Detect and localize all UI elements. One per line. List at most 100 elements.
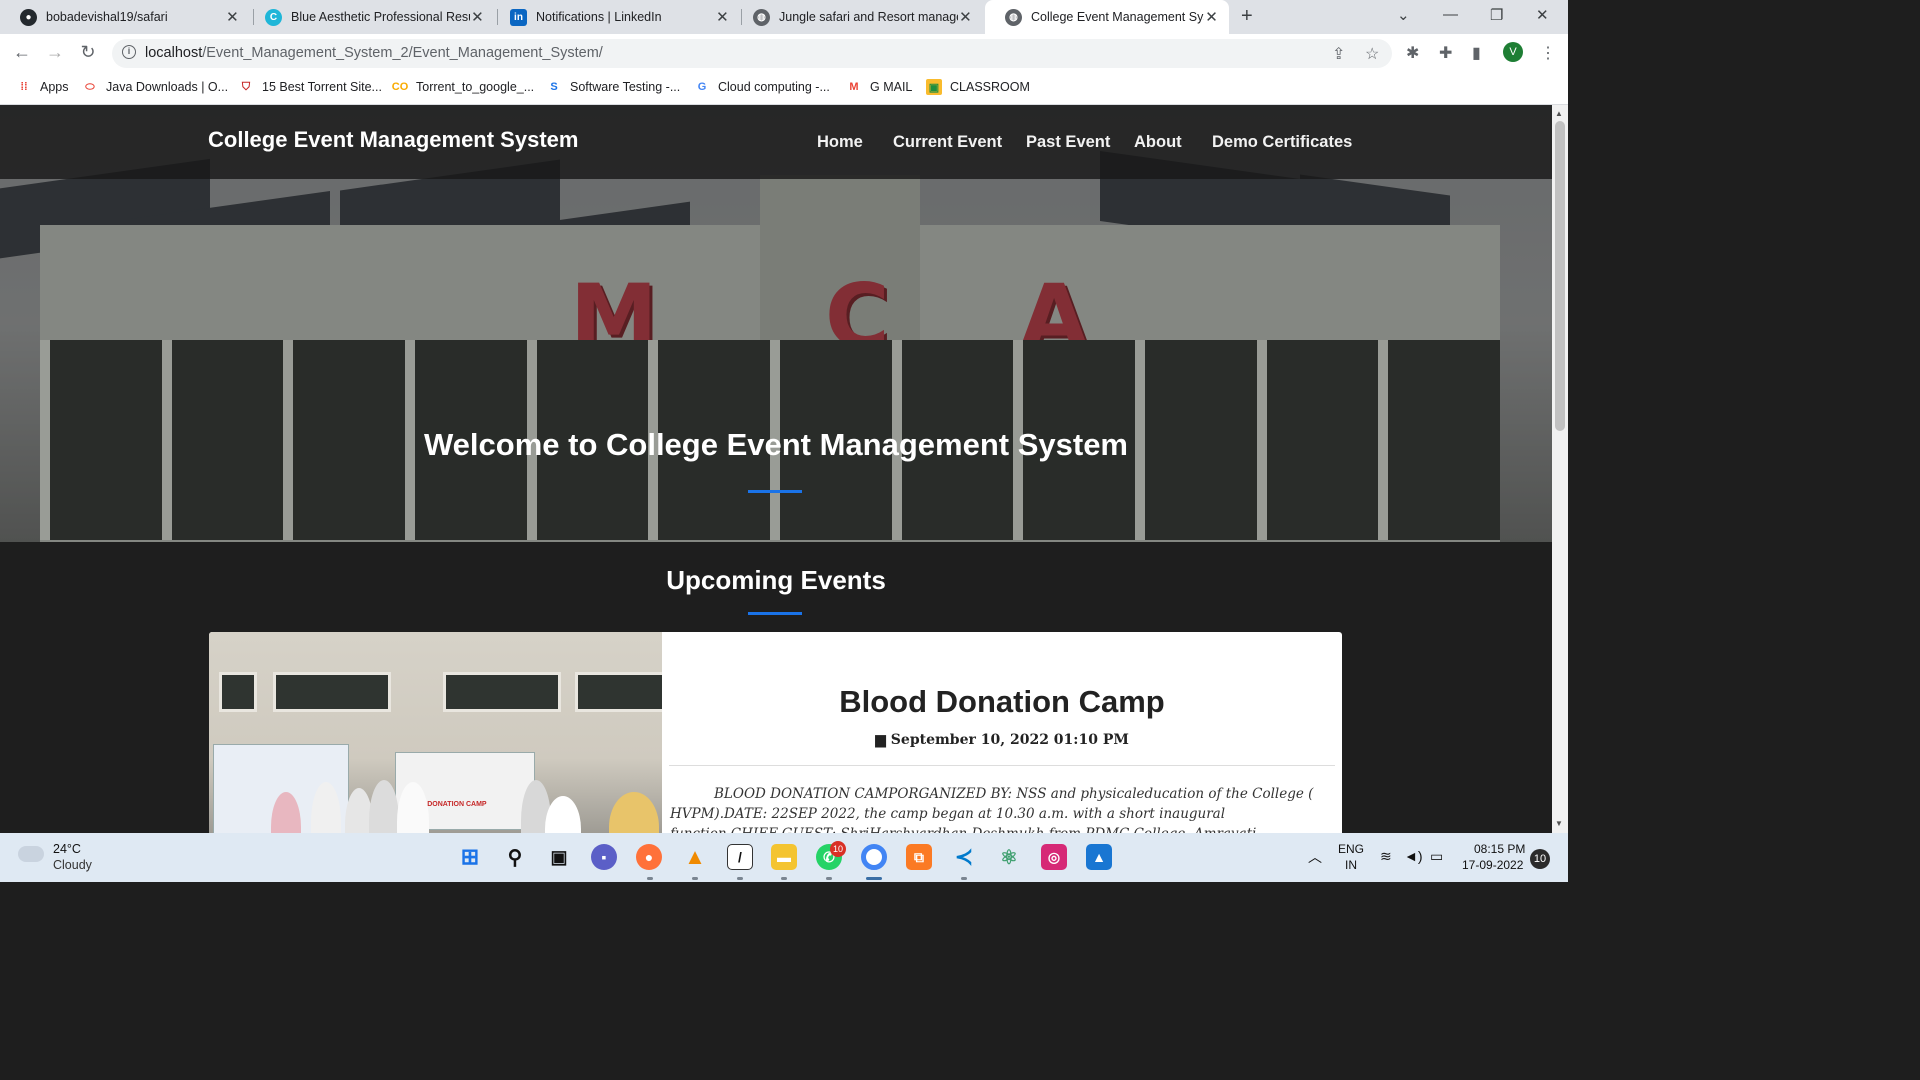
search-icon[interactable]: ⚲	[502, 844, 528, 870]
tab-linkedin[interactable]: in Notifications | LinkedIn ✕	[490, 0, 740, 34]
notepad-icon[interactable]: /	[727, 844, 753, 870]
clock-date[interactable]: 17-09-2022	[1462, 858, 1523, 872]
tab-github[interactable]: ● bobadevishal19/safari ✕	[0, 0, 250, 34]
side-panel-icon[interactable]: ▮	[1472, 43, 1481, 63]
tab-college-event[interactable]: ◍ College Event Management Syste ✕	[985, 0, 1229, 34]
photo-window	[443, 672, 561, 712]
globe-icon: ◍	[753, 8, 770, 26]
task-view-icon[interactable]: ▣	[546, 844, 572, 870]
chrome-icon[interactable]	[861, 844, 887, 870]
bookmark-software-testing[interactable]: S Software Testing -...	[546, 79, 680, 95]
new-tab-icon[interactable]: +	[1241, 5, 1253, 28]
browser-toolbar: ← → ↻ i localhost/Event_Management_Syste…	[0, 34, 1568, 73]
bookmark-label: Cloud computing -...	[718, 80, 830, 94]
share-icon[interactable]: ⇪	[1332, 44, 1345, 64]
globe-icon: ◍	[1005, 8, 1022, 26]
nav-past-event[interactable]: Past Event	[1026, 133, 1110, 152]
page-scrollbar[interactable]: ▲ ▼	[1552, 105, 1568, 833]
close-tab-icon[interactable]: ✕	[715, 8, 730, 26]
bookmark-label: CLASSROOM	[950, 80, 1030, 94]
nav-current-event[interactable]: Current Event	[893, 133, 1002, 152]
running-indicator	[692, 877, 698, 880]
show-hidden-icons-icon[interactable]: ︿	[1308, 847, 1322, 867]
scroll-thumb[interactable]	[1555, 121, 1565, 431]
region-indicator[interactable]: IN	[1345, 858, 1357, 872]
tab-canva[interactable]: C Blue Aesthetic Professional Resum ✕	[245, 0, 495, 34]
bookmark-torrent-to-google[interactable]: CO Torrent_to_google_...	[392, 79, 534, 95]
close-tab-icon[interactable]: ✕	[1204, 8, 1219, 26]
upcoming-events-heading: Upcoming Events	[666, 565, 886, 595]
photo-window	[273, 672, 391, 712]
wifi-icon[interactable]: ≋	[1380, 848, 1392, 865]
photos-icon[interactable]: ▲	[1086, 844, 1112, 870]
photo-person	[609, 792, 659, 833]
weather-temperature[interactable]: 24°C	[53, 842, 81, 856]
site-navbar: College Event Management System Home Cur…	[0, 105, 1552, 179]
bookmark-java-downloads[interactable]: ⬭ Java Downloads | O...	[82, 79, 228, 95]
clock-time[interactable]: 08:15 PM	[1474, 842, 1525, 856]
nav-demo-certificates[interactable]: Demo Certificates	[1212, 133, 1352, 152]
forward-icon[interactable]: →	[44, 42, 66, 63]
vlc-icon[interactable]: ▲	[682, 844, 708, 870]
notification-count[interactable]: 10	[1530, 849, 1550, 869]
event-title[interactable]: Blood Donation Camp	[662, 684, 1342, 720]
nav-home[interactable]: Home	[817, 133, 863, 152]
site-info-icon[interactable]: i	[122, 45, 136, 59]
scroll-up-icon[interactable]: ▲	[1555, 109, 1563, 118]
extension-bug-icon[interactable]: ✱	[1406, 43, 1419, 63]
close-tab-icon[interactable]: ✕	[225, 8, 240, 26]
running-indicator	[737, 877, 743, 880]
chat-icon[interactable]: ▪	[591, 844, 617, 870]
running-indicator	[961, 877, 967, 880]
scroll-down-icon[interactable]: ▼	[1555, 819, 1563, 828]
tab-jungle-safari[interactable]: ◍ Jungle safari and Resort manager ✕	[733, 0, 983, 34]
weather-condition[interactable]: Cloudy	[53, 858, 92, 872]
bookmarks-bar: ⁞⁞ Apps ⬭ Java Downloads | O... ⛉ 15 Best T…	[0, 73, 1568, 105]
cloud-icon[interactable]	[18, 846, 44, 862]
battery-icon[interactable]: ▭	[1430, 848, 1443, 865]
minimize-icon[interactable]: —	[1443, 6, 1458, 23]
url-text[interactable]: localhost/Event_Management_System_2/Even…	[145, 45, 603, 61]
bookmark-apps[interactable]: ⁞⁞ Apps	[16, 79, 68, 95]
extensions-puzzle-icon[interactable]: ✚	[1439, 43, 1452, 63]
xampp-icon[interactable]: ⧉	[906, 844, 932, 870]
tab-search-chevron-icon[interactable]: ⌄	[1397, 6, 1410, 24]
vscode-icon[interactable]: ≺	[951, 844, 977, 870]
bookmark-gmail[interactable]: M G MAIL	[846, 79, 912, 95]
windows-start-icon[interactable]: ⊞	[457, 844, 483, 870]
running-indicator	[826, 877, 832, 880]
volume-icon[interactable]: ◄)	[1404, 848, 1423, 864]
nav-about[interactable]: About	[1134, 133, 1182, 152]
url-path: /Event_Management_System_2/Event_Managem…	[202, 45, 603, 61]
hero-heading-underline	[748, 490, 802, 493]
bookmark-star-icon[interactable]: ☆	[1365, 44, 1379, 64]
profile-avatar[interactable]: V	[1503, 42, 1523, 62]
tab-title: bobadevishal19/safari	[46, 10, 168, 24]
bookmark-cloud-computing[interactable]: G Cloud computing -...	[694, 79, 830, 95]
apps-grid-icon: ⁞⁞	[20, 81, 28, 93]
firefox-icon[interactable]: ●	[636, 844, 662, 870]
site-brand[interactable]: College Event Management System	[208, 127, 578, 153]
shield-icon: ⛉	[241, 80, 251, 93]
bookmark-classroom[interactable]: ▣ CLASSROOM	[926, 79, 1030, 95]
back-icon[interactable]: ←	[11, 42, 33, 63]
browser-tab-bar: ● bobadevishal19/safari ✕ C Blue Aesthet…	[0, 0, 1568, 34]
atom-icon[interactable]: ⚛	[996, 844, 1022, 870]
event-card[interactable]: BLOOD DONATION CAMP Blood Donation Camp …	[209, 632, 1342, 833]
window-close-icon[interactable]: ✕	[1536, 6, 1549, 24]
instagram-icon[interactable]: ◎	[1041, 844, 1067, 870]
bookmark-label: 15 Best Torrent Site...	[262, 80, 382, 94]
close-tab-icon[interactable]: ✕	[470, 8, 485, 26]
menu-kebab-icon[interactable]: ⋮	[1540, 43, 1556, 63]
address-bar[interactable]: i localhost/Event_Management_System_2/Ev…	[112, 39, 1392, 68]
reload-icon[interactable]: ↻	[77, 42, 99, 63]
photo-window	[575, 672, 662, 712]
running-indicator	[647, 877, 653, 880]
restore-icon[interactable]: ❐	[1490, 6, 1503, 24]
bookmark-torrent-sites[interactable]: ⛉ 15 Best Torrent Site...	[238, 79, 382, 95]
close-tab-icon[interactable]: ✕	[958, 8, 973, 26]
language-indicator[interactable]: ENG	[1338, 842, 1364, 856]
gmail-icon: M	[849, 81, 859, 93]
file-explorer-icon[interactable]: ▬	[771, 844, 797, 870]
hero-heading: Welcome to College Event Management Syst…	[423, 427, 1128, 462]
